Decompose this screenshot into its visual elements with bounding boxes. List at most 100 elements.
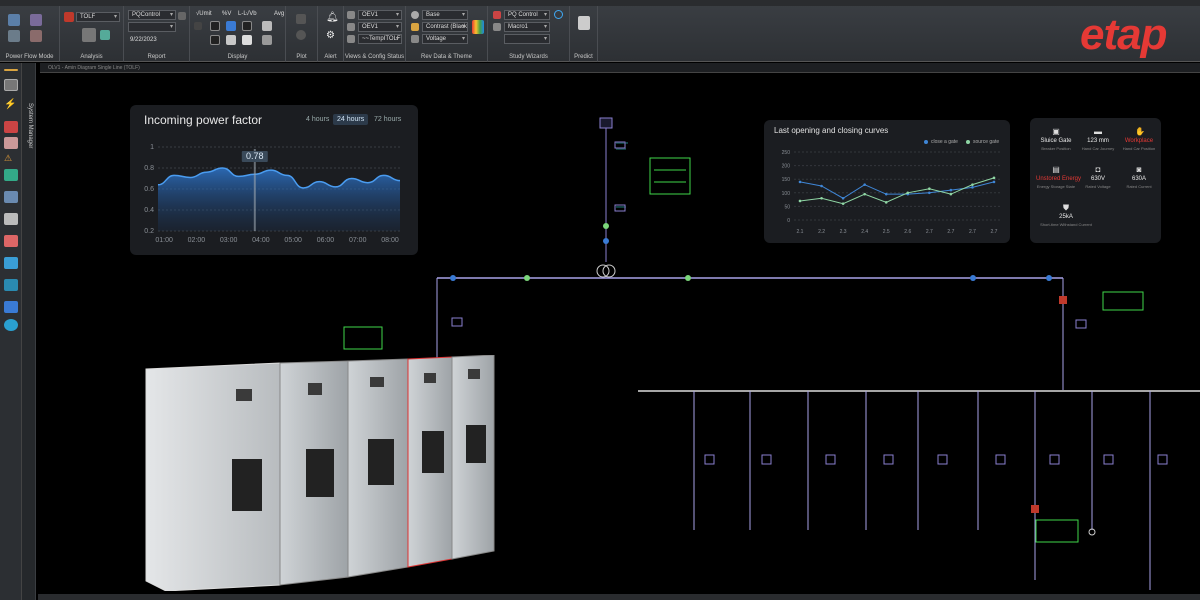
series-point (992, 176, 996, 180)
x-tick-label: 06:00 (317, 237, 335, 244)
info-workplace: ✋ Workplace Hand Car Position (1119, 127, 1159, 152)
x-tick-label: 2.5 (883, 229, 890, 235)
y-tick-label: 200 (782, 164, 791, 170)
breaker-info-card: ▣ Sluice Gate Breaker Position ▬ 123 mm … (1030, 118, 1161, 243)
y-tick-label: 100 (782, 191, 791, 197)
lower-feeders (693, 391, 1151, 590)
y-tick-label: 1 (150, 144, 154, 151)
y-tick-label: 250 (782, 150, 791, 156)
info-value: Workplace (1124, 138, 1154, 144)
power-factor-card: Incoming power factor 4 hours 24 hours 7… (130, 105, 418, 255)
curves-chart[interactable]: 250 200 150 100 50 0 2.1 2.2 2.3 2.4 2.5 2.6 2.7 2.7 2… (764, 120, 1010, 243)
y-tick-label: 0.2 (144, 228, 154, 235)
breaker-lower-red (1031, 505, 1039, 513)
hand-icon: ✋ (1135, 127, 1145, 136)
series-point (884, 201, 888, 204)
monitor-box-top (649, 157, 691, 195)
x-tick-label: 2.3 (840, 229, 847, 235)
x-tick-label: 2.2 (818, 229, 825, 235)
bus-node (450, 275, 456, 281)
info-value: 630A (1131, 176, 1146, 182)
x-tick-label: 2.4 (861, 229, 868, 235)
node-top (603, 223, 609, 229)
monitor-box-right (1102, 291, 1144, 311)
series-point (884, 192, 888, 196)
x-tick-label: 03:00 (220, 237, 238, 244)
info-rated-voltage: ◘ 630V Rated Voltage (1078, 165, 1118, 190)
y-tick-label: 0.4 (144, 207, 154, 214)
curves-card: Last opening and closing curves close a … (764, 120, 1010, 243)
series-point (820, 184, 823, 188)
lower-breakers (704, 454, 1168, 465)
monitor-box-left (343, 326, 383, 350)
series-point (906, 191, 910, 195)
info-value: 630V (1090, 176, 1105, 182)
shield-icon: ⛊ (1063, 203, 1069, 212)
info-sub: Short-time Withstand Current (1040, 222, 1092, 227)
y-tick-label: 50 (784, 204, 790, 210)
x-tick-label: 2.6 (904, 229, 911, 235)
series-point (971, 186, 974, 189)
bus-node (685, 275, 691, 281)
info-sluice-gate: ▣ Sluice Gate Breaker Position (1036, 127, 1076, 152)
series-point (863, 183, 866, 186)
gate-icon: ▣ (1052, 127, 1060, 136)
y-tick-label: 0.8 (144, 165, 154, 172)
series-point (928, 187, 931, 191)
series-point (949, 192, 953, 196)
series-point (798, 180, 802, 184)
bus-node (970, 275, 976, 281)
info-hand-car-journey: ▬ 123 mm Hand Car Journey (1078, 127, 1118, 152)
info-value: Unstored Energy (1036, 176, 1082, 182)
x-tick-label: 04:00 (252, 237, 270, 244)
power-factor-chart[interactable]: 1 0.8 0.6 0.4 0.201:00 02:00 03:00 04:00 05:00 06… (130, 105, 418, 255)
series-point (971, 183, 974, 186)
series-point (928, 191, 931, 195)
info-sub: Breaker Position (1041, 146, 1071, 151)
x-tick-label: 02:00 (188, 237, 206, 244)
battery-icon: ▤ (1052, 165, 1060, 174)
bus-node (1046, 275, 1052, 281)
series-point (841, 196, 845, 200)
feeder-labels: XXXXXX XXXXX XXXXX (616, 141, 628, 209)
series-point (820, 196, 823, 200)
y-tick-label: 0.6 (144, 186, 154, 193)
info-value: 25kA (1059, 214, 1073, 220)
y-tick-label: 0 (787, 218, 790, 224)
breaker-right (1059, 296, 1067, 304)
x-tick-label: 2.7 (947, 229, 954, 235)
info-sub: Energy Storage State (1036, 184, 1076, 189)
info-energy-storage: ▤ Unstored Energy Energy Storage State (1036, 165, 1082, 190)
series-line (799, 181, 995, 199)
series-point (841, 202, 845, 205)
info-sub: Hand Car Journey (1081, 146, 1115, 151)
bus-node (524, 275, 530, 281)
monitor-box-lower (1035, 519, 1079, 543)
x-tick-label: 2.1 (797, 229, 804, 235)
info-sub: Hand Car Position (1122, 146, 1156, 151)
x-tick-label: 2.7 (969, 229, 976, 235)
x-tick-label: 08:00 (381, 237, 399, 244)
info-withstand-current: ⛊ 25kA Short-time Withstand Current (1036, 203, 1096, 228)
x-tick-label: 01:00 (155, 237, 173, 244)
series-point (863, 192, 866, 196)
switchgear-cabinet-image (145, 355, 495, 591)
series-point (798, 199, 802, 203)
series-point (992, 180, 996, 184)
current-icon: ◙ (1136, 165, 1142, 174)
node-mid (603, 238, 609, 244)
x-tick-label: 07:00 (349, 237, 367, 244)
status-bar (38, 594, 1200, 600)
info-sub: Rated Voltage (1085, 184, 1111, 189)
x-tick-label: 2.7 (991, 229, 998, 235)
marker-value: 0.78 (246, 151, 264, 161)
info-rated-current: ◙ 630A Rated Current (1119, 165, 1159, 190)
y-tick-label: 150 (782, 177, 791, 183)
info-sub: Rated Current (1126, 184, 1152, 189)
plug-icon: ◘ (1095, 165, 1101, 174)
series-point (949, 188, 953, 192)
x-tick-label: 2.7 (926, 229, 933, 235)
gauge-icon: ▬ (1094, 127, 1102, 136)
info-value: Sluice Gate (1040, 138, 1072, 144)
x-tick-label: 05:00 (284, 237, 302, 244)
